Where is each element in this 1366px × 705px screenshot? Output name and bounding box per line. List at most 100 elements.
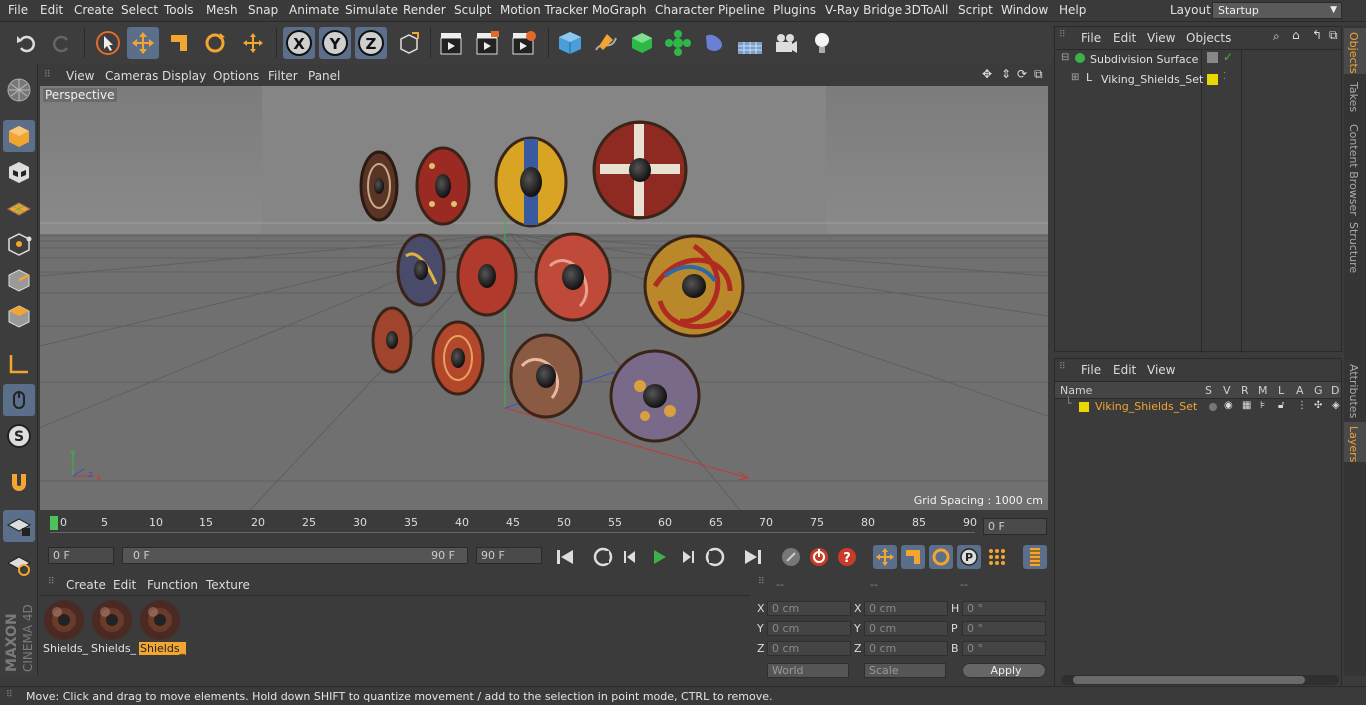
generator-cube-icon[interactable] (626, 27, 658, 59)
coordinate-system-icon[interactable] (393, 27, 425, 59)
material-menu-edit[interactable]: Edit (113, 578, 136, 592)
menu-window[interactable]: Window (1001, 3, 1048, 17)
render-settings-icon[interactable] (508, 27, 540, 59)
start-frame-field[interactable]: 0 F (48, 547, 114, 564)
solo-toggle-icon[interactable] (1209, 403, 1217, 411)
coordinate-space-dropdown[interactable]: World (767, 663, 849, 678)
range-slider[interactable]: 0 F 90 F (122, 547, 468, 564)
make-editable-icon[interactable] (3, 74, 35, 106)
menu-mesh[interactable]: Mesh (206, 3, 238, 17)
tab-objects[interactable]: Objects (1347, 32, 1360, 74)
perspective-viewport[interactable]: y z x Perspective Grid Spacing : 1000 cm (40, 86, 1048, 510)
tab-takes[interactable]: Takes (1347, 82, 1360, 112)
deformer-icon[interactable]: ◈ (1332, 400, 1340, 411)
keyframe-help-icon[interactable]: ? (835, 545, 859, 569)
transform-tool-icon[interactable] (237, 27, 269, 59)
next-frame-icon[interactable] (675, 545, 699, 569)
menu-render[interactable]: Render (403, 3, 446, 17)
light-icon[interactable] (806, 27, 838, 59)
rot-h-field[interactable]: 0 ° (962, 601, 1046, 616)
menu-edit[interactable]: Edit (40, 3, 63, 17)
key-pla-icon[interactable] (985, 545, 1009, 569)
z-axis-lock-icon[interactable]: Z (355, 27, 387, 59)
scrollbar-thumb[interactable] (1073, 676, 1305, 684)
expand-icon[interactable]: ⊞ (1071, 72, 1079, 83)
rot-p-field[interactable]: 0 ° (962, 621, 1046, 636)
viewport-menu-view[interactable]: View (66, 69, 94, 83)
tab-content-browser[interactable]: Content Browser (1347, 124, 1360, 216)
move-tool-icon[interactable] (127, 27, 159, 59)
tab-layers[interactable]: Layers (1347, 426, 1360, 462)
scale-tool-icon[interactable] (163, 27, 195, 59)
objects-menu-view[interactable]: View (1147, 31, 1175, 45)
menu-pipeline[interactable]: Pipeline (718, 3, 765, 17)
generator-icon[interactable]: ✣ (1314, 400, 1322, 411)
tweak-mode-icon[interactable] (3, 384, 35, 416)
size-x-field[interactable]: 0 cm (864, 601, 948, 616)
search-icon[interactable]: ⌕ (1273, 29, 1280, 44)
play-icon[interactable] (647, 545, 671, 569)
camera-icon[interactable] (770, 27, 802, 59)
y-axis-lock-icon[interactable]: Y (319, 27, 351, 59)
layer-color-swatch[interactable] (1079, 402, 1089, 412)
object-row[interactable]: ⊞ L Viking_Shields_Set ⁚ (1055, 71, 1341, 89)
select-arrow-icon[interactable] (92, 27, 124, 59)
viewport-menu-display[interactable]: Display (162, 69, 206, 83)
collapse-icon[interactable]: ⊟ (1061, 52, 1069, 63)
apply-button[interactable]: Apply (962, 663, 1046, 678)
size-z-field[interactable]: 0 cm (864, 641, 948, 656)
menu-select[interactable]: Select (121, 3, 158, 17)
redo-icon[interactable] (46, 27, 78, 59)
deformer-icon[interactable] (698, 27, 730, 59)
goto-start-icon[interactable] (553, 545, 577, 569)
menu-tools[interactable]: Tools (164, 3, 194, 17)
menu-vray-bridge[interactable]: V-Ray Bridge (825, 3, 902, 17)
check-icon[interactable]: ✓ (1223, 50, 1233, 64)
material-menu-create[interactable]: Create (66, 578, 106, 592)
eye-icon[interactable]: ◉ (1224, 400, 1233, 411)
horizontal-scrollbar[interactable] (1061, 675, 1339, 685)
viewport-menu-filter[interactable]: Filter (268, 69, 298, 83)
render-clapper-icon[interactable]: ▦ (1242, 400, 1251, 411)
key-scale-icon[interactable] (901, 545, 925, 569)
material-label[interactable]: Shields_ (43, 642, 88, 655)
next-key-icon[interactable] (703, 545, 727, 569)
menu-3dtoall[interactable]: 3DToAll (904, 3, 948, 17)
layer-color-swatch[interactable] (1207, 74, 1218, 85)
edges-mode-icon[interactable] (3, 264, 35, 296)
animation-icon[interactable]: ⋮ (1297, 400, 1307, 411)
menu-sculpt[interactable]: Sculpt (454, 3, 491, 17)
workplane-align-icon[interactable] (3, 548, 35, 580)
layout-dropdown[interactable]: Startup ▼ (1212, 2, 1342, 19)
menu-create[interactable]: Create (74, 3, 114, 17)
undo-icon[interactable] (10, 27, 42, 59)
pen-spline-icon[interactable] (590, 27, 622, 59)
menu-snap[interactable]: Snap (248, 3, 278, 17)
pos-y-field[interactable]: 0 cm (767, 621, 851, 636)
solo-mode-icon[interactable]: S (3, 420, 35, 452)
pos-z-field[interactable]: 0 cm (767, 641, 851, 656)
menu-simulate[interactable]: Simulate (345, 3, 398, 17)
render-region-icon[interactable] (472, 27, 504, 59)
prev-key-icon[interactable] (591, 545, 615, 569)
objects-menu-file[interactable]: File (1081, 31, 1101, 45)
material-label-selected[interactable]: Shields_ (139, 642, 187, 655)
layer-icon[interactable] (1207, 52, 1218, 63)
key-parameter-icon[interactable]: P (957, 545, 981, 569)
model-mode-icon[interactable] (3, 120, 35, 152)
tab-structure[interactable]: Structure (1347, 222, 1360, 273)
end-frame-field[interactable]: 90 F (476, 547, 542, 564)
home-icon[interactable]: ⌂ (1292, 28, 1300, 42)
floor-environment-icon[interactable] (734, 27, 766, 59)
viewport-menu-options[interactable]: Options (213, 69, 259, 83)
viewport-zoom-icon[interactable]: ⇕ (1001, 67, 1011, 81)
pos-x-field[interactable]: 0 cm (767, 601, 851, 616)
render-view-icon[interactable] (436, 27, 468, 59)
menu-file[interactable]: File (8, 3, 28, 17)
viewport-menu-panel[interactable]: Panel (308, 69, 340, 83)
polygons-mode-icon[interactable] (3, 300, 35, 332)
texture-mode-icon[interactable] (3, 156, 35, 188)
layer-row[interactable]: └ Viking_Shields_Set ◉ ▦ ⊧ 🔓︎ ⋮ ✣ ◈ (1055, 397, 1341, 415)
viewport-maximize-icon[interactable]: ⧉ (1034, 67, 1043, 82)
expand-icon[interactable]: ⧉ (1329, 28, 1338, 43)
